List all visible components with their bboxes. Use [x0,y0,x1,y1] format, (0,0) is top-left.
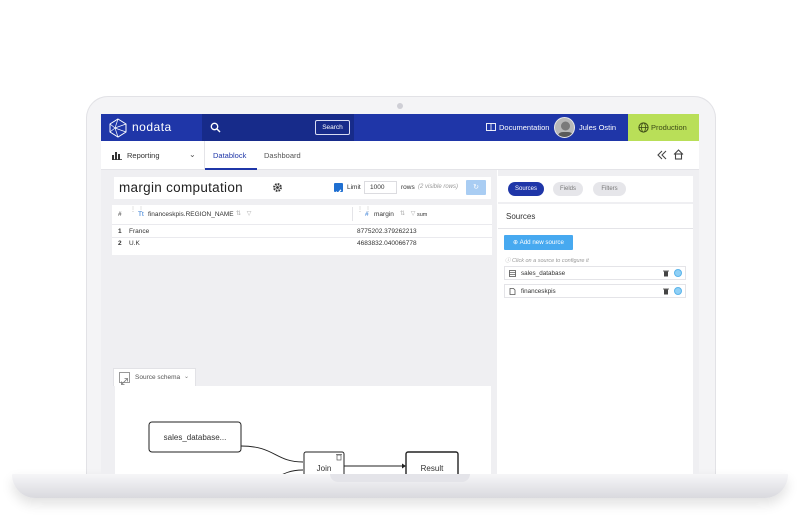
chevron-down-icon: ⌄ [189,150,196,159]
rows-label: rows [401,184,415,191]
database-icon [509,270,516,277]
sources-section: Sources ⊕ Add new source ⓘ Click on a so… [498,204,693,474]
tab-fields[interactable]: Fields [553,182,583,196]
row-index: 2 [118,240,122,247]
source-label: sales_database [521,270,566,277]
logo-icon [109,118,127,138]
schema-canvas: sales_database... financeskpis Join Resu… [115,386,491,474]
user-name[interactable]: Jules Ostin [579,123,616,132]
toggle-dot-icon[interactable] [674,269,682,277]
globe-icon [638,122,649,133]
column-header-region[interactable]: financeskpis.REGION_NAME [148,211,234,218]
source-label: financeskpis [521,288,556,295]
tab-datablock[interactable]: Datablock [213,151,246,160]
environment-label: Production [651,123,687,132]
node-join-label: Join [317,464,332,473]
table-cell-region: France [129,228,150,235]
limit-label: Limit [347,184,361,191]
app-screen: nodata Search Documentation Jules Ostin [101,114,699,474]
column-actions-icon[interactable]: ⇅ ▽ [236,210,253,217]
number-type-icon: # [365,211,369,218]
search-button[interactable]: Search [315,120,350,135]
header-divider [112,224,492,225]
node-source-a-label: sales_database... [164,433,227,442]
laptop-camera [397,103,403,109]
table-cell-margin: 8775202.379262213 [357,228,417,235]
tab-filters[interactable]: Filters [593,182,626,196]
sources-title: Sources [506,212,536,221]
table-cell-margin: 4683832.040066778 [357,240,417,247]
arrows-expand-icon [121,378,128,385]
table-cell-region: U.K [129,240,140,247]
chevron-down-icon: ⌄ [184,374,190,380]
collapse-icon[interactable] [657,150,667,160]
gear-icon[interactable] [272,182,283,193]
node-result-label: Result [421,464,444,473]
right-panel: Sources Fields Filters Sources ⊕ Add new… [498,170,699,474]
dataset-header: margin computation Limit 1000 rows (2 vi… [114,177,491,199]
column-divider [352,207,353,221]
flow-diagram: sales_database... financeskpis Join Resu… [148,421,459,474]
expand-icon[interactable] [119,372,130,385]
tab-dashboard[interactable]: Dashboard [264,151,301,160]
trash-icon[interactable] [663,270,669,277]
panel-tabs: Sources Fields Filters [498,176,693,202]
sub-navigation: Reporting ⌄ Datablock Dashboard [101,141,699,170]
limit-checkbox[interactable] [334,183,343,195]
report-label: Reporting [127,151,160,160]
data-table: # ⋮⋮ Tt financeskpis.REGION_NAME ⇅ ▽ ⋮⋮ … [112,205,492,255]
text-type-icon: Tt [138,211,144,218]
search-icon [210,122,221,133]
column-header-margin[interactable]: margin [374,211,394,218]
aggregation-label: sum [417,212,428,218]
limit-input[interactable]: 1000 [364,181,397,194]
visible-rows-count: (2 visible rows) [418,184,459,190]
datablock-area: margin computation Limit 1000 rows (2 vi… [101,170,497,474]
row-divider [112,237,492,238]
documentation-icon [486,123,496,131]
documentation-link[interactable]: Documentation [499,123,549,132]
avatar[interactable] [554,117,575,138]
column-actions-icon[interactable]: ⇅ ▽ [400,210,417,217]
configure-hint: ⓘ Click on a source to configure it [505,258,589,264]
source-item-sales-database[interactable]: sales_database [504,266,686,280]
home-icon[interactable] [673,149,684,160]
top-bar: nodata Search Documentation Jules Ostin [101,114,699,141]
tab-sources[interactable]: Sources [508,182,544,196]
row-index: 1 [118,228,122,235]
app-name: nodata [132,120,172,134]
edge-source-a-join [240,445,304,463]
refresh-button[interactable]: ↻ [466,180,486,195]
add-source-button[interactable]: ⊕ Add new source [504,235,573,250]
search-bar[interactable]: Search [202,114,354,141]
user-silhouette-icon [558,121,573,137]
check-icon [335,189,342,195]
bar-chart-icon [112,152,122,160]
toggle-dot-icon[interactable] [674,287,682,295]
laptop-notch [330,474,470,482]
edge-source-b-join [282,469,304,474]
source-schema-tab[interactable]: Source schema ⌄ [113,368,196,386]
column-header-index: # [118,211,122,218]
report-selector[interactable]: Reporting ⌄ [101,141,205,170]
file-icon [509,288,516,295]
source-item-financeskpis[interactable]: financeskpis [504,284,686,298]
page-title[interactable]: margin computation [119,180,243,195]
trash-icon[interactable] [663,288,669,295]
schema-tab-label: Source schema [135,374,181,381]
environment-switch[interactable]: Production [628,114,699,141]
divider [498,228,693,229]
